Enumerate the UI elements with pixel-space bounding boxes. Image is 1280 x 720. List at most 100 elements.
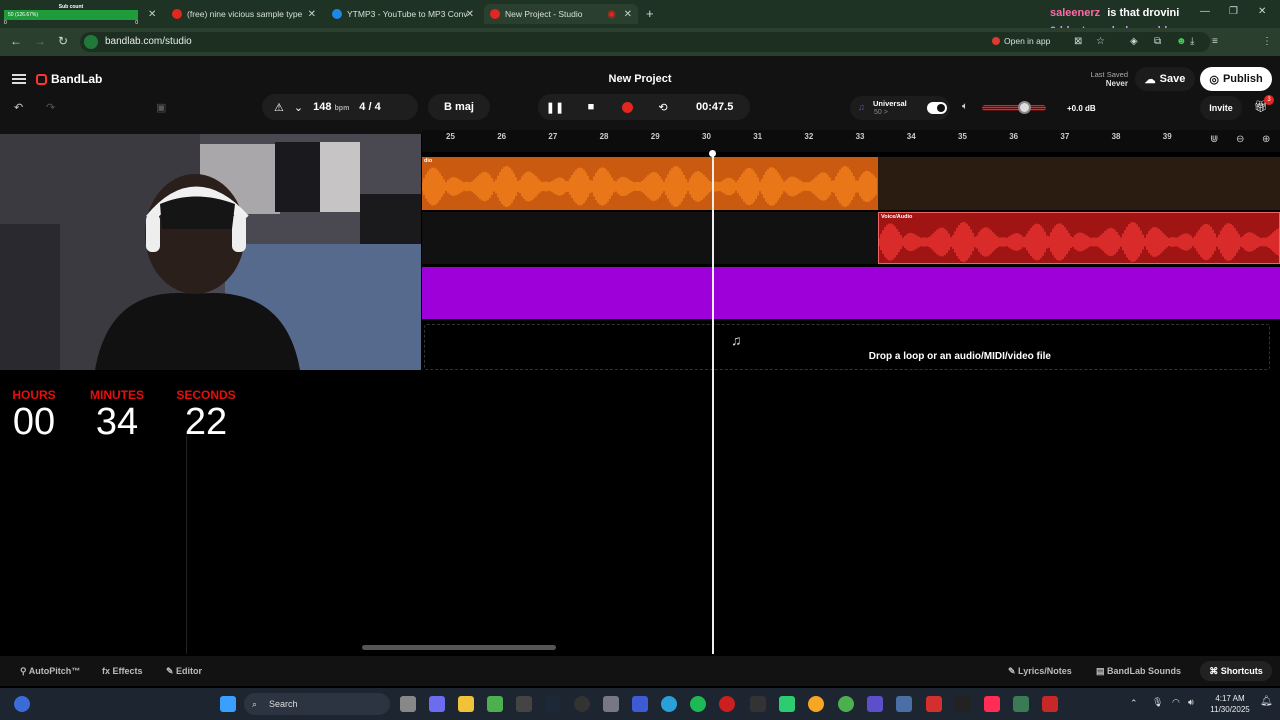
app-icon-4[interactable] [779,696,795,712]
edge-icon[interactable] [661,696,677,712]
taskbar-clock[interactable]: 4:17 AM 11/30/2025 [1204,693,1256,715]
back-icon[interactable]: ← [10,34,22,48]
weather-widget-icon[interactable] [14,696,30,712]
tab-ytmp3[interactable]: YTMP3 - YouTube to MP3 Conv ✕ [332,4,474,24]
maximize-icon[interactable]: ❐ [1229,6,1238,17]
stop-icon[interactable]: ■ [578,94,604,120]
settings-icon[interactable] [603,696,619,712]
app-icon-5[interactable] [808,696,824,712]
window-close-icon[interactable]: ✕ [1258,6,1266,17]
site-info-icon[interactable] [84,35,98,49]
redo-icon[interactable]: ↷ [46,94,55,120]
app-icon-9[interactable] [1013,696,1029,712]
time-signature[interactable]: 4 / 4 [359,101,380,113]
recording-icon: ◉ [607,8,616,20]
close-icon[interactable]: ✕ [466,9,474,20]
universal-toggle[interactable] [927,102,947,114]
bookmark-star-icon[interactable]: ☆ [1096,36,1105,47]
tab-bandlab-studio[interactable]: New Project - Studio ◉ ✕ [484,4,638,24]
mute-speaker-icon[interactable]: 🔈︎ [962,101,968,112]
capcut-icon-2[interactable] [955,696,971,712]
tab-youtube[interactable]: (free) nine vicious sample type ✕ [172,4,316,24]
media-controls-icon[interactable]: ≡ [1212,36,1218,47]
translate-icon[interactable]: ⊠ [1074,36,1082,47]
opera-icon[interactable] [719,696,735,712]
capcut-icon[interactable] [750,696,766,712]
save-button[interactable]: ☁ Save [1135,67,1195,91]
playhead[interactable] [709,150,715,654]
download-icon[interactable]: ⤓ [1190,36,1194,47]
tempo-settings[interactable]: ⚠ ⌄ 148 bpm 4 / 4 [262,94,418,120]
notifications-icon[interactable]: 🔔︎ [1260,696,1273,707]
app-icon-8[interactable] [926,696,942,712]
copilot-icon[interactable] [429,696,445,712]
extension-icon[interactable]: ◈ [1130,36,1138,47]
editor-button[interactable]: ✎ Editor [166,666,202,677]
hours-value: 00 [12,401,56,443]
taskbar-search[interactable]: ⌕ Search [244,693,390,715]
menu-kebab-icon[interactable]: ⋮ [1262,36,1272,47]
metronome-icon[interactable]: ⚠ [274,101,284,114]
volume-icon[interactable]: 🔊︎ [1188,697,1194,708]
horizontal-scrollbar[interactable] [362,645,556,650]
windows-start-icon[interactable] [220,696,236,712]
invite-button[interactable]: Invite [1200,96,1242,120]
loop-icon[interactable]: ⟲ [650,94,676,120]
app-icon-1[interactable] [487,696,503,712]
minimize-icon[interactable]: — [1200,6,1210,17]
emoji-extension-icon[interactable]: ☻ [1176,36,1187,47]
app-icon-7[interactable] [896,696,912,712]
wifi-icon[interactable]: ◠ [1172,697,1180,708]
bandlab-sounds-button[interactable]: ▤ BandLab Sounds [1096,666,1181,677]
audio-clip-1[interactable]: dio [422,157,878,210]
master-volume-slider[interactable] [982,101,1046,114]
chevron-down-icon[interactable]: ⌄ [294,101,303,114]
undo-icon[interactable]: ↶ [14,94,23,120]
tiktok-icon[interactable] [984,696,1000,712]
reload-icon[interactable]: ↻ [58,34,68,48]
clip-label: dio [424,158,433,164]
search-icon: ⌕ [252,699,258,709]
ruler-tick: 36 [1009,132,1019,141]
app-icon-3[interactable] [632,696,648,712]
publish-button[interactable]: ◎ Publish [1200,67,1272,91]
ruler-tick: 30 [702,132,711,141]
app-icon-6[interactable] [867,696,883,712]
zoom-in-icon[interactable]: ⊕ [1262,134,1270,145]
timeline-ruler[interactable]: 25 26 27 28 29 30 31 32 33 34 35 36 37 38 39 [422,130,1202,152]
task-view-icon[interactable] [400,696,416,712]
shortcuts-button[interactable]: ⌘ Shortcuts [1200,661,1272,681]
autopitch-button[interactable]: ⚲ AutoPitch™ [20,666,80,677]
new-tab-icon[interactable]: + [646,6,654,21]
app-icon-10[interactable] [1042,696,1058,712]
tray-chevron-icon[interactable]: ⌃ [1130,698,1138,709]
file-explorer-icon[interactable] [458,696,474,712]
github-icon[interactable] [574,696,590,712]
app-icon-2[interactable] [516,696,532,712]
magnet-snap-icon[interactable]: ⋓ [1210,134,1218,145]
hours-label: HOURS [12,388,56,402]
record-button[interactable] [614,94,640,120]
steam-icon[interactable] [545,696,561,712]
lyrics-notes-button[interactable]: ✎ Lyrics/Notes [1008,666,1072,677]
chrome-icon[interactable] [838,696,854,712]
extensions-puzzle-icon[interactable]: ⧉ [1154,36,1161,47]
effects-button[interactable]: fx Effects [102,666,143,676]
key-selector[interactable]: B maj [428,94,490,120]
volume-knob[interactable] [1018,101,1031,114]
microphone-icon[interactable]: 🎙︎ [1152,697,1163,708]
audio-clip-3[interactable] [422,267,1280,319]
metronome-square-icon[interactable]: ▣ [156,94,166,120]
close-icon[interactable]: ✕ [308,9,316,20]
drop-zone[interactable]: ♫ Drop a loop or an audio/MIDI/video fil… [424,324,1270,370]
close-icon[interactable]: ✕ [624,9,632,20]
spotify-icon[interactable] [690,696,706,712]
audio-clip-voice[interactable]: Voice/Audio [878,212,1280,264]
zoom-out-icon[interactable]: ⊖ [1236,134,1244,145]
bpm-value[interactable]: 148 bpm [313,101,349,113]
tab-close-icon[interactable]: ✕ [148,4,158,24]
pause-icon[interactable]: ❚❚ [542,94,568,120]
open-in-app-button[interactable]: Open in app [992,36,1050,46]
forward-icon[interactable]: → [34,34,46,48]
universal-pitch-control[interactable]: ♫ Universal 50 > [850,96,950,120]
